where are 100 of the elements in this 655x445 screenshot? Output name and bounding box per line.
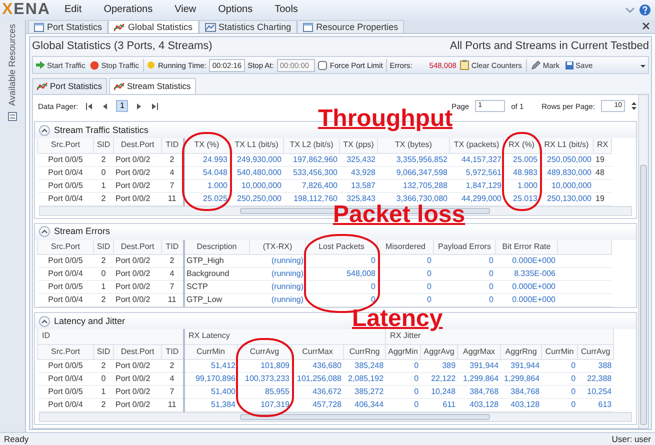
column-header[interactable]: Dest.Port: [114, 344, 162, 359]
column-header[interactable]: TX (bytes): [378, 138, 450, 153]
table-cell: Port 0/0/2: [114, 280, 162, 294]
table-cell: 0: [94, 166, 114, 179]
column-header[interactable]: TX L2 (bit/s): [284, 138, 340, 153]
table-cell: 250,250,000: [230, 192, 284, 205]
table-cell: Port 0/0/2: [114, 359, 162, 372]
resources-icon[interactable]: [8, 112, 17, 121]
column-header[interactable]: SID: [94, 138, 114, 153]
column-header[interactable]: TX (packets): [450, 138, 504, 153]
table-cell: 250,050,000: [540, 153, 594, 166]
column-header[interactable]: Description: [184, 240, 250, 254]
table-cell: 0.000E+000: [496, 254, 558, 268]
table-cell: 0: [378, 268, 434, 280]
stop-icon: [90, 60, 100, 70]
table-cell: 1.000: [504, 179, 540, 192]
column-header[interactable]: RX (%): [504, 138, 540, 153]
column-header[interactable]: Dest.Port: [114, 138, 162, 153]
table-cell: 1.000: [184, 179, 230, 192]
column-header[interactable]: TID: [162, 138, 184, 153]
help-icon[interactable]: [639, 4, 651, 16]
column-header[interactable]: Dest.Port: [114, 240, 162, 254]
collapse-button[interactable]: [39, 316, 50, 326]
table-cell: 540,480,000: [230, 166, 284, 179]
column-header[interactable]: Src.Port: [38, 344, 94, 359]
annotation-label: Latency: [352, 306, 443, 332]
table-cell: 7: [162, 385, 184, 398]
table-cell: Port 0/0/4: [38, 268, 94, 280]
table-cell: 10,000,000: [540, 179, 594, 192]
document-tab[interactable]: Global Statistics: [108, 20, 199, 33]
last-page-button[interactable]: [150, 101, 160, 111]
column-header[interactable]: RX: [594, 138, 612, 153]
section-title: Stream Errors: [54, 226, 110, 237]
column-header[interactable]: Payload Errors: [434, 240, 496, 254]
tab[interactable]: Port Statistics: [32, 78, 107, 94]
table-cell: 51,412: [184, 359, 238, 372]
table-cell: GTP_High: [184, 254, 250, 268]
menu-item[interactable]: View: [174, 4, 196, 16]
table-cell: 457,728: [292, 398, 344, 411]
column-header[interactable]: CurrMax: [292, 344, 344, 359]
section-title: Stream Traffic Statistics: [54, 124, 148, 136]
table-cell: 325,843: [340, 192, 378, 205]
collapse-button[interactable]: [39, 124, 50, 136]
table-cell: 4: [162, 372, 184, 385]
table-cell: Port 0/0/2: [114, 153, 162, 166]
table-cell: 22,122: [420, 372, 458, 385]
menu-item[interactable]: Tools: [274, 4, 298, 16]
force-port-limit-checkbox[interactable]: [318, 60, 327, 70]
column-header[interactable]: AggrRng: [500, 344, 542, 359]
column-header[interactable]: Lost Packets: [306, 240, 378, 254]
table-cell: Port 0/0/2: [114, 254, 162, 268]
table-cell: 384,768: [458, 385, 501, 398]
column-header[interactable]: TX (%): [184, 138, 230, 153]
menu-item[interactable]: Options: [218, 4, 253, 16]
table-cell: 19: [594, 153, 612, 166]
table-cell: 384,768: [500, 385, 542, 398]
column-header[interactable]: Src.Port: [38, 138, 94, 153]
column-header[interactable]: Src.Port: [38, 240, 94, 254]
table-cell: Port 0/0/4: [38, 294, 94, 306]
table-cell: 0: [434, 294, 496, 306]
column-header[interactable]: Misordered: [378, 240, 434, 254]
table-cell: 533,456,300: [284, 166, 340, 179]
vertical-scrollbar[interactable]: [638, 95, 648, 428]
table-cell: 0: [386, 398, 421, 411]
document-tab[interactable]: Resource Properties: [297, 20, 404, 33]
tab[interactable]: Stream Statistics: [108, 78, 196, 94]
arrow-right-icon: [36, 61, 45, 69]
column-header[interactable]: AggrAvg: [420, 344, 458, 359]
collapse-button[interactable]: [39, 226, 50, 237]
close-icon[interactable]: [642, 22, 650, 30]
page-button[interactable]: 1: [116, 100, 128, 112]
table-cell: 489,830,000: [540, 166, 594, 179]
column-header[interactable]: RX L1 (bit/s): [540, 138, 594, 153]
menu-item[interactable]: Operations: [104, 4, 153, 16]
column-header[interactable]: (TX-RX): [250, 240, 306, 254]
column-header[interactable]: TX L1 (bit/s): [230, 138, 284, 153]
column-header[interactable]: Bit Error Rate: [496, 240, 558, 254]
document-tab[interactable]: Port Statistics: [28, 20, 108, 33]
table-cell: 25.013: [504, 192, 540, 205]
table-cell: 2: [94, 254, 114, 268]
column-header[interactable]: CurrAvg: [578, 344, 614, 359]
table-cell: 2: [162, 359, 184, 372]
table-cell: 0: [542, 372, 578, 385]
table-cell: 391,944: [500, 359, 542, 372]
column-header[interactable]: AggrMax: [458, 344, 501, 359]
first-page-button[interactable]: [84, 101, 94, 111]
column-header[interactable]: CurrMin: [542, 344, 578, 359]
chart-icon: [114, 82, 125, 91]
column-header[interactable]: CurrRng: [344, 344, 386, 359]
table-cell: 25.025: [184, 192, 230, 205]
app-logo: XENA: [2, 2, 50, 18]
table-cell: 7: [162, 280, 184, 294]
table-cell: 0: [386, 359, 421, 372]
table-cell: Port 0/0/4: [38, 398, 94, 411]
column-header[interactable]: TX (pps): [340, 138, 378, 153]
menu-item[interactable]: Edit: [64, 4, 82, 16]
table-cell: 391,944: [458, 359, 501, 372]
sidebar-label[interactable]: Available Resources: [7, 24, 18, 106]
column-header[interactable]: AggrMin: [386, 344, 421, 359]
document-tab[interactable]: Statistics Charting: [198, 20, 298, 33]
